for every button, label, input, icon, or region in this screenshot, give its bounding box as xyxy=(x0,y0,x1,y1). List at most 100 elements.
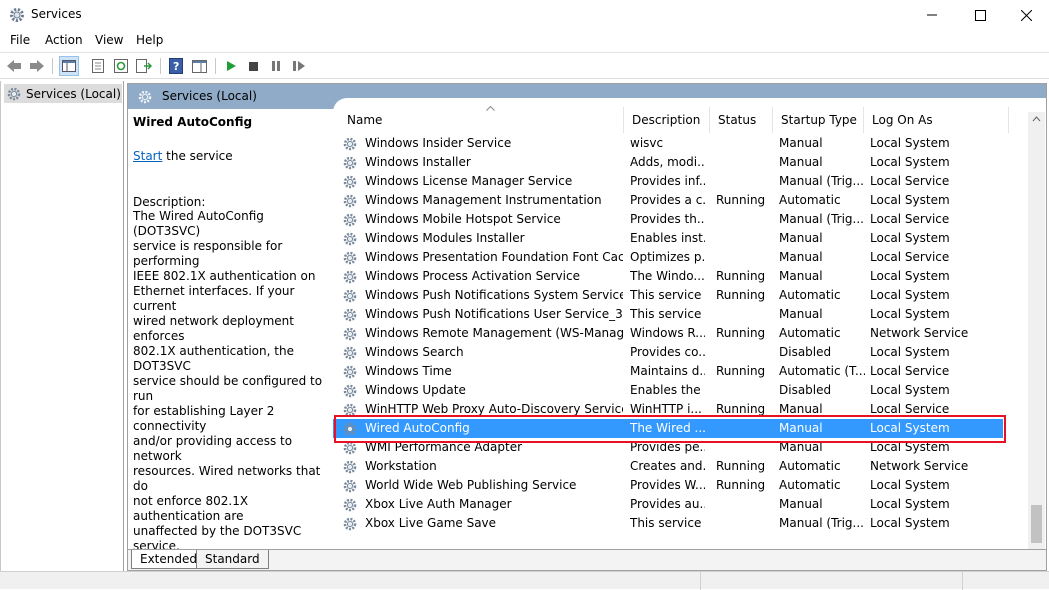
pause-icon xyxy=(272,61,280,71)
service-row[interactable]: Windows Push Notifications User Service_… xyxy=(333,305,1003,324)
back-button[interactable] xyxy=(5,57,23,75)
service-status: Running xyxy=(716,326,766,340)
service-startup-type: Disabled xyxy=(779,345,832,359)
service-row[interactable]: Windows Search Provides co... Disabled Loca… xyxy=(333,343,1003,362)
tab-extended[interactable]: Extended xyxy=(131,550,206,569)
console-tree-icon xyxy=(62,60,76,72)
help-button[interactable]: ? xyxy=(167,57,185,75)
service-row[interactable]: World Wide Web Publishing Service Provide… xyxy=(333,476,1003,495)
service-row[interactable]: Windows Update Enables the ... Disabled Loc… xyxy=(333,381,1003,400)
services-gear-icon xyxy=(10,8,24,22)
service-description: This service ... xyxy=(630,516,705,530)
service-description: Optimizes p... xyxy=(630,250,705,264)
service-startup-type: Manual (Trig... xyxy=(779,174,864,188)
tab-standard[interactable]: Standard xyxy=(196,550,269,569)
column-header-name[interactable]: Name xyxy=(339,107,624,133)
service-row[interactable]: Windows Time Maintains d... Running Automat… xyxy=(333,362,1003,381)
svg-text:?: ? xyxy=(173,60,179,73)
restart-service-button[interactable] xyxy=(290,57,308,75)
service-startup-type: Manual xyxy=(779,402,823,416)
service-gear-icon xyxy=(343,137,357,151)
service-log-on-as: Local System xyxy=(870,231,950,245)
service-status: Running xyxy=(716,402,766,416)
service-name: Windows Management Instrumentation xyxy=(365,193,602,207)
service-row[interactable]: Windows Installer Adds, modi... Manual Loca… xyxy=(333,153,1003,172)
service-description: Adds, modi... xyxy=(630,155,705,169)
start-service-link[interactable]: Start xyxy=(133,149,162,163)
forward-button[interactable] xyxy=(28,57,46,75)
menu-view[interactable]: View xyxy=(95,33,123,47)
export-list-icon xyxy=(136,59,152,73)
service-description: Provides au... xyxy=(630,497,705,511)
minimize-button[interactable] xyxy=(909,0,955,30)
service-gear-icon xyxy=(343,460,357,474)
service-name: Windows Remote Management (WS-Managem... xyxy=(365,326,623,340)
close-button[interactable] xyxy=(1003,0,1049,30)
service-row[interactable]: Windows Insider Service wisvc Manual Local … xyxy=(333,134,1003,153)
column-header-status[interactable]: Status xyxy=(710,107,773,133)
service-log-on-as: Local Service xyxy=(870,174,950,188)
service-row[interactable]: Windows Push Notifications System Servic… xyxy=(333,286,1003,305)
services-rows: Windows Insider Service wisvc Manual Local … xyxy=(333,134,1013,533)
service-description: Windows R... xyxy=(630,326,705,340)
service-row[interactable]: Windows Remote Management (WS-Managem...… xyxy=(333,324,1003,343)
services-gear-icon xyxy=(138,90,152,104)
service-log-on-as: Local System xyxy=(870,155,950,169)
refresh-button[interactable] xyxy=(112,57,130,75)
menu-help[interactable]: Help xyxy=(136,33,163,47)
export-list-button[interactable] xyxy=(135,57,153,75)
service-gear-icon xyxy=(343,365,357,379)
service-row[interactable]: Windows Process Activation Service The Wi… xyxy=(333,267,1003,286)
show-action-pane-button[interactable] xyxy=(190,57,208,75)
description-line: The Wired AutoConfig (DOT3SVC) xyxy=(133,209,264,238)
scrollbar-thumb[interactable] xyxy=(1031,505,1042,543)
tree-item-services-local[interactable]: Services (Local) xyxy=(4,84,122,103)
service-row[interactable]: Windows Modules Installer Enables inst...… xyxy=(333,229,1003,248)
properties-list-button[interactable] xyxy=(89,57,107,75)
services-list: Name Description Status Startup Type Log… xyxy=(333,98,1046,563)
selection-highlight-box xyxy=(334,415,1006,443)
service-row[interactable]: Xbox Live Game Save This service ... Manua… xyxy=(333,514,1003,533)
service-log-on-as: Local System xyxy=(870,497,950,511)
service-row[interactable]: Windows Presentation Foundation Font Cac… xyxy=(333,248,1003,267)
menu-action[interactable]: Action xyxy=(45,33,83,47)
description-line: Ethernet interfaces. If your current xyxy=(133,284,295,313)
service-status: Running xyxy=(716,269,766,283)
vertical-scrollbar[interactable] xyxy=(1028,112,1045,563)
maximize-button[interactable] xyxy=(957,0,1003,30)
service-log-on-as: Local System xyxy=(870,478,950,492)
service-log-on-as: Local System xyxy=(870,345,950,359)
column-header-startup-type[interactable]: Startup Type xyxy=(773,107,864,133)
service-startup-type: Automatic xyxy=(779,193,841,207)
column-header-description[interactable]: Description xyxy=(624,107,710,133)
service-row[interactable]: Workstation Creates and... Running Automati… xyxy=(333,457,1003,476)
service-description: Provides th... xyxy=(630,212,705,226)
service-description: Creates and... xyxy=(630,459,705,473)
service-log-on-as: Local System xyxy=(870,193,950,207)
service-name: Windows Presentation Foundation Font Cac… xyxy=(365,250,623,264)
service-gear-icon xyxy=(343,289,357,303)
service-row[interactable]: Windows License Manager Service Provides … xyxy=(333,172,1003,191)
start-service-button[interactable] xyxy=(222,57,240,75)
service-description: Enables the ... xyxy=(630,383,705,397)
service-row[interactable]: Xbox Live Auth Manager Provides au... Manu… xyxy=(333,495,1003,514)
description-panel: Wired AutoConfig Start the service Descr… xyxy=(128,109,333,553)
service-log-on-as: Local System xyxy=(870,269,950,283)
menu-file[interactable]: File xyxy=(10,33,30,47)
service-gear-icon xyxy=(343,384,357,398)
show-hide-console-tree-button[interactable] xyxy=(59,56,79,76)
service-gear-icon xyxy=(343,194,357,208)
service-startup-type: Automatic xyxy=(779,288,841,302)
service-row[interactable]: Windows Mobile Hotspot Service Provides t… xyxy=(333,210,1003,229)
column-header-log-on-as[interactable]: Log On As xyxy=(864,107,1009,133)
service-startup-type: Disabled xyxy=(779,383,832,397)
pause-service-button[interactable] xyxy=(267,57,285,75)
service-row[interactable]: Windows Management Instrumentation Provid… xyxy=(333,191,1003,210)
stop-service-button[interactable] xyxy=(244,57,262,75)
service-name: Xbox Live Game Save xyxy=(365,516,497,530)
service-gear-icon xyxy=(343,270,357,284)
service-startup-type: Manual xyxy=(779,231,823,245)
service-startup-type: Automatic (T... xyxy=(779,364,865,378)
help-book-icon: ? xyxy=(169,58,183,74)
description-line: 802.1X authentication, the DOT3SVC xyxy=(133,344,294,373)
